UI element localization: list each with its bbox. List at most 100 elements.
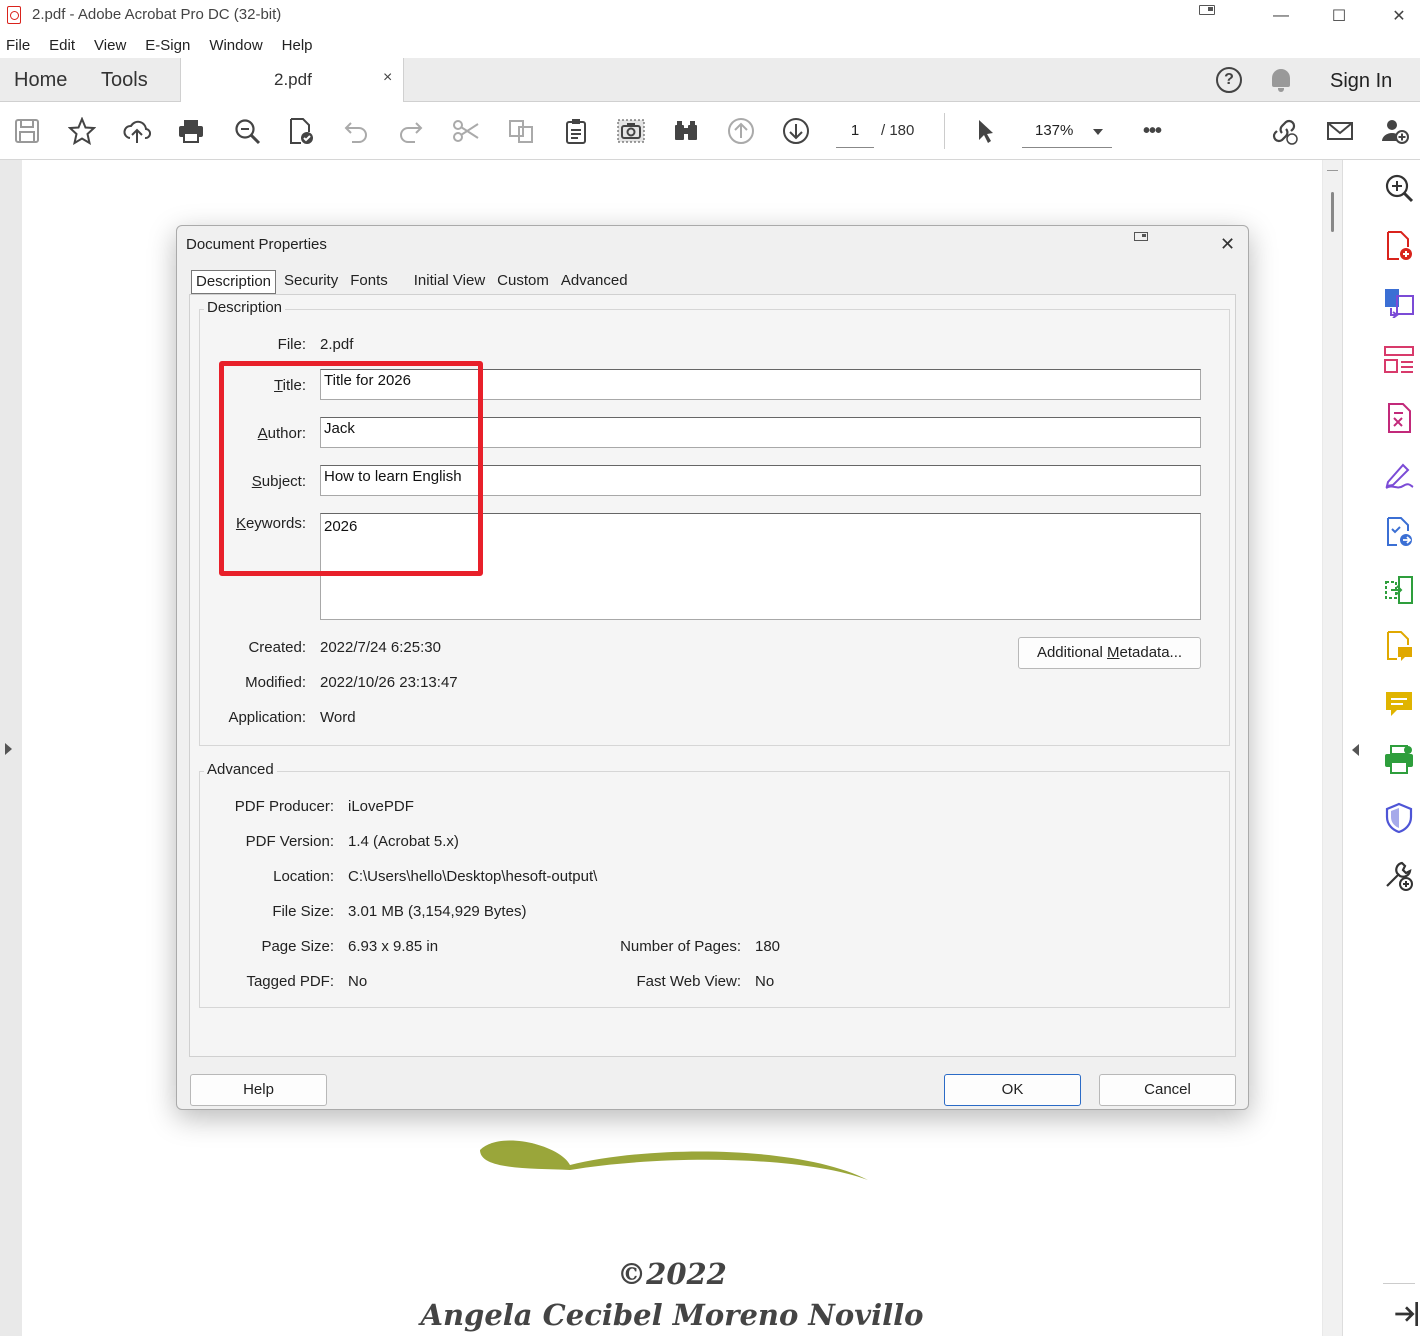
binoculars-icon[interactable] <box>671 116 701 146</box>
search-zoom-tool-icon[interactable] <box>1383 172 1415 204</box>
fast-web-view-label: Fast Web View: <box>636 973 742 990</box>
number-of-pages-value: 180 <box>755 938 781 955</box>
tab-home[interactable]: Home <box>14 69 67 92</box>
page-total: / 180 <box>881 122 915 139</box>
scroll-up-button[interactable] <box>1327 163 1338 171</box>
edit-text-check-icon[interactable] <box>286 116 316 146</box>
pdf-version-label: PDF Version: <box>245 833 334 850</box>
tab-description[interactable]: Description <box>191 270 277 294</box>
modified-label: Modified: <box>245 674 306 691</box>
dialog-close-button[interactable]: ✕ <box>1220 234 1235 255</box>
sign-in-button[interactable]: Sign In <box>1330 70 1392 93</box>
page-number-input[interactable]: 1 <box>836 118 874 148</box>
description-group-label: Description <box>204 299 286 316</box>
snapshot-camera-icon[interactable] <box>616 116 646 146</box>
page-author-text: Angela Cecibel Moreno Novillo <box>420 1298 924 1332</box>
organize-pages-icon[interactable] <box>1383 344 1415 376</box>
clipboard-icon[interactable] <box>561 116 591 146</box>
send-for-review-icon[interactable] <box>1383 516 1415 548</box>
file-size-value: 3.01 MB (3,154,929 Bytes) <box>348 903 527 920</box>
scrollbar-thumb[interactable] <box>1331 192 1334 232</box>
tab-custom[interactable]: Custom <box>493 270 553 294</box>
advanced-group-label: Advanced <box>204 761 277 778</box>
page-size-label: Page Size: <box>261 938 334 955</box>
print-production-icon[interactable] <box>1383 744 1415 776</box>
star-icon[interactable] <box>67 116 97 146</box>
add-user-icon[interactable] <box>1380 116 1410 146</box>
modified-value: 2022/10/26 23:13:47 <box>320 674 458 691</box>
notification-bell-icon[interactable] <box>1272 69 1290 92</box>
ok-button[interactable]: OK <box>944 1074 1081 1106</box>
minimize-button[interactable]: — <box>1258 0 1304 32</box>
menu-view[interactable]: View <box>94 37 126 54</box>
undo-icon[interactable] <box>341 116 371 146</box>
document-tab-label: 2.pdf <box>274 70 312 89</box>
menu-esign[interactable]: E-Sign <box>145 37 190 54</box>
close-tab-icon[interactable]: × <box>383 69 392 87</box>
tagged-pdf-label: Tagged PDF: <box>246 973 334 990</box>
left-panel-toggle-icon[interactable] <box>5 743 12 755</box>
tab-advanced[interactable]: Advanced <box>557 270 632 294</box>
menu-help[interactable]: Help <box>282 37 313 54</box>
select-cursor-icon[interactable] <box>970 116 1000 146</box>
page-size-value: 6.93 x 9.85 in <box>348 938 439 955</box>
fill-sign-icon[interactable] <box>1383 458 1415 490</box>
maximize-button[interactable]: ☐ <box>1316 0 1362 32</box>
menu-file[interactable]: File <box>6 37 30 54</box>
created-label: Created: <box>248 639 306 656</box>
zoom-search-icon[interactable] <box>232 116 262 146</box>
page-copyright-text: ©2022 <box>617 1257 727 1291</box>
toolbar-divider <box>944 113 945 149</box>
save-icon[interactable] <box>12 116 42 146</box>
tab-tools[interactable]: Tools <box>101 69 148 92</box>
snap-layout-icon[interactable] <box>1199 5 1215 15</box>
right-panel-divider <box>1383 1283 1415 1284</box>
print-icon[interactable] <box>176 116 206 146</box>
chevron-down-icon[interactable] <box>1093 129 1103 135</box>
title-bar: 2.pdf - Adobe Acrobat Pro DC (32-bit) — … <box>0 0 1420 32</box>
right-panel-toggle-icon[interactable] <box>1352 744 1359 756</box>
tab-fonts[interactable]: Fonts <box>346 270 392 294</box>
redo-icon[interactable] <box>396 116 426 146</box>
help-button[interactable]: Help <box>190 1074 327 1106</box>
dialog-title: Document Properties <box>186 236 327 253</box>
location-label: Location: <box>273 868 334 885</box>
fast-web-view-value: No <box>755 973 775 990</box>
close-window-button[interactable]: ✕ <box>1376 0 1420 32</box>
red-highlight-annotation <box>219 361 483 576</box>
vertical-scrollbar[interactable] <box>1323 160 1342 1336</box>
email-icon[interactable] <box>1325 116 1355 146</box>
window-title: 2.pdf - Adobe Acrobat Pro DC (32-bit) <box>32 6 282 23</box>
protect-shield-icon[interactable] <box>1383 802 1415 834</box>
export-pdf-icon[interactable] <box>1383 286 1415 319</box>
number-of-pages-label: Number of Pages: <box>620 938 741 955</box>
additional-metadata-button[interactable]: Additional Metadata... <box>1018 637 1201 669</box>
dialog-snap-icon[interactable] <box>1134 232 1148 241</box>
tab-initial-view[interactable]: Initial View <box>410 270 489 294</box>
compress-pdf-icon[interactable] <box>1383 402 1415 434</box>
share-link-icon[interactable] <box>1269 116 1299 146</box>
comment-icon[interactable] <box>1383 688 1415 720</box>
comment-file-icon[interactable] <box>1383 630 1415 662</box>
cut-icon[interactable] <box>451 116 481 146</box>
cancel-button[interactable]: Cancel <box>1099 1074 1236 1106</box>
file-size-label: File Size: <box>272 903 334 920</box>
create-pdf-icon[interactable] <box>1383 230 1415 262</box>
tab-security[interactable]: Security <box>280 270 342 294</box>
menu-bar: File Edit View E-Sign Window Help <box>0 32 1420 58</box>
pdf-version-value: 1.4 (Acrobat 5.x) <box>348 833 459 850</box>
copy-icon[interactable] <box>506 116 536 146</box>
combine-files-icon[interactable] <box>1383 574 1415 606</box>
help-icon[interactable]: ? <box>1216 67 1242 93</box>
previous-page-icon[interactable] <box>726 116 756 146</box>
menu-window[interactable]: Window <box>209 37 262 54</box>
more-tools-wrench-icon[interactable] <box>1383 860 1415 892</box>
menu-edit[interactable]: Edit <box>49 37 75 54</box>
more-tools-icon[interactable]: ••• <box>1137 116 1167 146</box>
pdf-producer-label: PDF Producer: <box>234 798 334 815</box>
cloud-upload-icon[interactable] <box>122 116 152 146</box>
next-page-icon[interactable] <box>781 116 811 146</box>
collapse-panel-icon[interactable] <box>1390 1298 1418 1326</box>
file-value: 2.pdf <box>320 336 354 353</box>
tab-document[interactable]: 2.pdf × <box>180 58 404 102</box>
